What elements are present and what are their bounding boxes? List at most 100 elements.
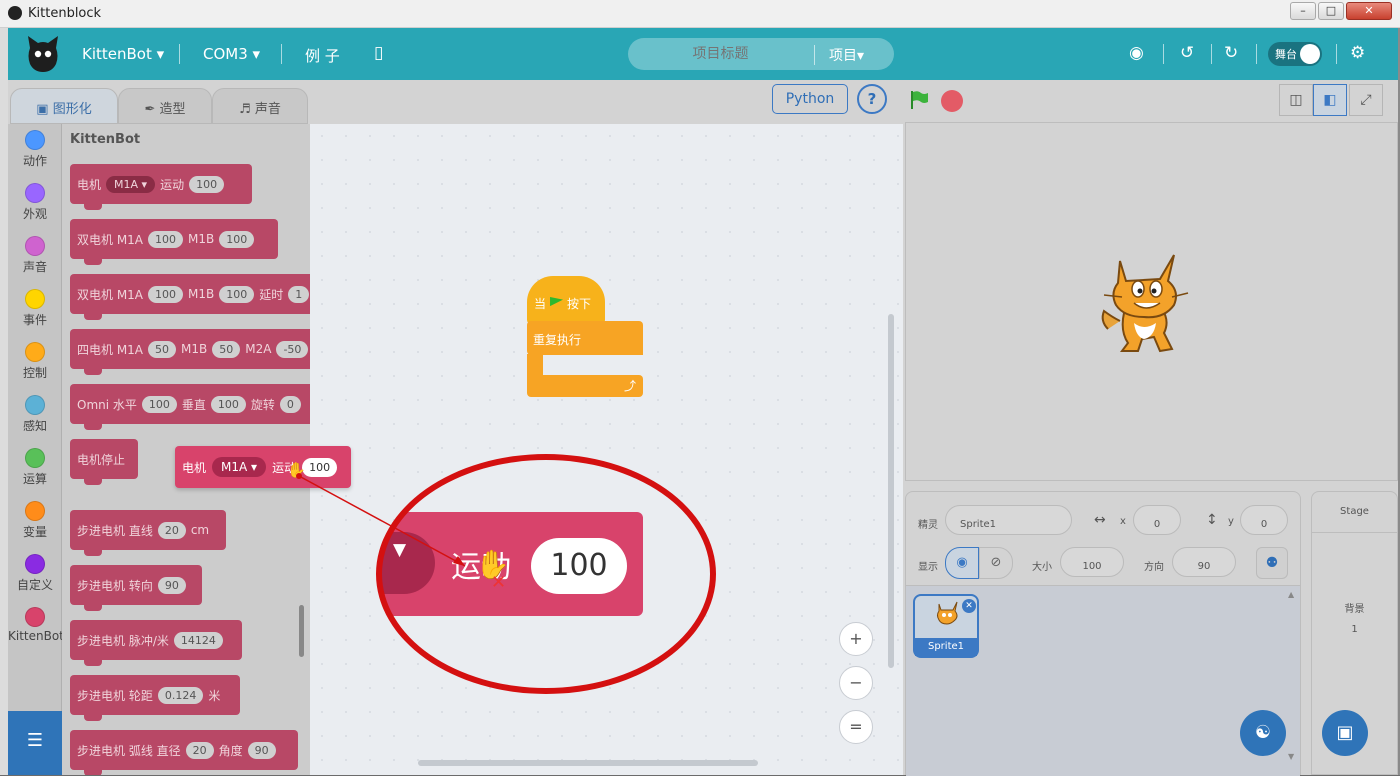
palette-block[interactable]: 步进电机 直线 20 cm xyxy=(70,510,226,556)
block-input[interactable]: 100 xyxy=(141,395,177,413)
tab-sounds[interactable]: ♬ 声音 xyxy=(212,88,308,124)
normal-stage-button[interactable]: ◧ xyxy=(1313,84,1347,116)
dragged-motor-block[interactable]: 电机 M1A ▾ 运动 100 xyxy=(175,446,351,488)
stage-canvas[interactable] xyxy=(905,122,1398,481)
category-item[interactable]: 感知 xyxy=(8,395,62,434)
stage-toggle[interactable]: 舞台 xyxy=(1268,42,1322,66)
palette-block[interactable]: Omni 水平 100 垂直 100 旋转 0 xyxy=(70,384,310,430)
undo-icon[interactable]: ↺ xyxy=(1180,43,1194,63)
size-input[interactable] xyxy=(1060,547,1124,577)
category-item[interactable]: 事件 xyxy=(8,289,62,328)
kitten-logo-icon[interactable] xyxy=(26,34,60,74)
palette-block[interactable]: 双电机 M1A 100 M1B 100 延时 1 xyxy=(70,274,310,320)
category-item[interactable]: 变量 xyxy=(8,501,62,540)
palette-block[interactable]: 电机 M1A ▾ 运动 100 xyxy=(70,164,252,210)
stop-button[interactable] xyxy=(941,90,963,112)
tab-costumes[interactable]: ✒ 造型 xyxy=(118,88,212,124)
block-dropdown[interactable]: M1A ▾ xyxy=(106,175,156,193)
category-item[interactable]: 动作 xyxy=(8,130,62,169)
direction-input[interactable] xyxy=(1172,547,1236,577)
brand-menu[interactable]: KittenBot ▾ xyxy=(82,45,164,63)
palette-block[interactable]: 步进电机 脉冲/米 14124 xyxy=(70,620,242,666)
speed-input[interactable]: 100 xyxy=(302,457,338,477)
forever-block-foot[interactable]: ⤴ xyxy=(527,375,643,397)
category-item[interactable]: 外观 xyxy=(8,183,62,222)
block-input[interactable]: 50 xyxy=(148,340,177,358)
category-item[interactable]: 运算 xyxy=(8,448,62,487)
redo-icon[interactable]: ↻ xyxy=(1224,43,1238,63)
when-flag-clicked-block[interactable]: 当 按下 xyxy=(527,276,605,324)
scroll-down-icon[interactable]: ▼ xyxy=(1288,752,1294,761)
block-input[interactable]: 20 xyxy=(185,741,214,759)
category-dot-icon xyxy=(25,289,45,309)
add-extension-button[interactable]: ☰ xyxy=(8,711,62,775)
gear-icon[interactable]: ⚙ xyxy=(1350,43,1365,63)
minimize-button[interactable]: – xyxy=(1290,2,1316,20)
block-input[interactable]: 90 xyxy=(247,741,276,759)
block-input[interactable]: 14124 xyxy=(173,631,223,649)
stage-toggle-label: 舞台 xyxy=(1275,48,1297,61)
tab-code[interactable]: ▣ 图形化 xyxy=(10,88,118,124)
x-input[interactable] xyxy=(1133,505,1181,535)
block-input[interactable]: 0.124 xyxy=(157,686,204,704)
palette-block[interactable]: 步进电机 弧线 直径 20 角度 90 xyxy=(70,730,298,775)
help-button[interactable]: ? xyxy=(857,84,887,114)
palette-scrollbar[interactable] xyxy=(299,605,304,657)
examples-menu[interactable]: 例 子 xyxy=(305,45,340,66)
category-item[interactable]: 控制 xyxy=(8,342,62,381)
y-input[interactable] xyxy=(1240,505,1288,535)
category-item[interactable]: 自定义 xyxy=(8,554,62,593)
block-input[interactable]: 50 xyxy=(212,340,241,358)
block-input[interactable]: 1 xyxy=(288,285,310,303)
project-title-input[interactable] xyxy=(628,38,813,70)
menu-divider xyxy=(1163,44,1164,64)
block-input[interactable]: 100 xyxy=(219,285,255,303)
python-button[interactable]: Python xyxy=(772,84,848,114)
zoom-in-button[interactable]: + xyxy=(839,622,873,656)
show-sprite-button[interactable]: ◉ xyxy=(945,547,979,579)
zoom-reset-button[interactable]: = xyxy=(839,710,873,744)
green-flag-button[interactable] xyxy=(909,90,929,110)
palette-block[interactable]: 电机停止 xyxy=(70,439,138,485)
palette-block[interactable]: 四电机 M1A 50 M1B 50 M2A -50 xyxy=(70,329,310,375)
hide-sprite-button[interactable]: ⊘ xyxy=(979,547,1013,579)
scroll-up-icon[interactable]: ▲ xyxy=(1288,590,1294,599)
block-input[interactable]: -50 xyxy=(276,340,309,358)
zoom-in-icon: + xyxy=(849,629,863,648)
scratch-cat-sprite[interactable] xyxy=(1098,251,1190,355)
tab-label: 造型 xyxy=(159,102,186,117)
workspace-horizontal-scrollbar[interactable] xyxy=(418,760,758,766)
block-input[interactable]: 100 xyxy=(148,230,184,248)
camera-icon[interactable]: ◉ xyxy=(1129,43,1144,63)
small-stage-button[interactable]: ◫ xyxy=(1279,84,1313,116)
fullscreen-button[interactable]: ⤢ xyxy=(1349,84,1383,116)
delete-sprite-icon[interactable]: ✕ xyxy=(962,599,976,613)
forever-block[interactable]: 重复执行 xyxy=(527,321,643,355)
palette-block[interactable]: 双电机 M1A 100 M1B 100 xyxy=(70,219,278,265)
add-sprite-button[interactable]: ☯ xyxy=(1240,710,1286,756)
category-item[interactable]: KittenBot xyxy=(8,607,64,643)
zoom-out-button[interactable]: − xyxy=(839,666,873,700)
project-menu[interactable]: 项目▾ xyxy=(814,45,864,65)
motor-dropdown[interactable]: M1A ▾ xyxy=(212,457,267,477)
file-icon[interactable]: ▯ xyxy=(374,43,383,63)
block-input[interactable]: 100 xyxy=(189,175,225,193)
block-input[interactable]: 20 xyxy=(157,521,186,539)
block-input[interactable]: 90 xyxy=(157,576,186,594)
block-input[interactable]: 100 xyxy=(148,285,184,303)
palette-block[interactable]: 步进电机 转向 90 xyxy=(70,565,202,611)
palette-block[interactable]: 步进电机 轮距 0.124 米 xyxy=(70,675,240,721)
port-menu[interactable]: COM3 ▾ xyxy=(203,45,260,63)
robot-button[interactable]: ⚉ xyxy=(1256,547,1288,579)
block-input[interactable]: 100 xyxy=(210,395,246,413)
add-backdrop-button[interactable]: ▣ xyxy=(1322,710,1368,756)
block-input[interactable]: 100 xyxy=(219,230,255,248)
sprite-name-input[interactable] xyxy=(945,505,1072,535)
workspace-vertical-scrollbar[interactable] xyxy=(888,314,894,668)
block-input[interactable]: 0 xyxy=(279,395,301,413)
category-item[interactable]: 声音 xyxy=(8,236,62,275)
maximize-button[interactable]: □ xyxy=(1318,2,1344,20)
stage-pane-title: Stage xyxy=(1340,506,1369,517)
close-button[interactable]: ✕ xyxy=(1346,2,1392,20)
zoom-reset-icon: = xyxy=(849,717,863,736)
